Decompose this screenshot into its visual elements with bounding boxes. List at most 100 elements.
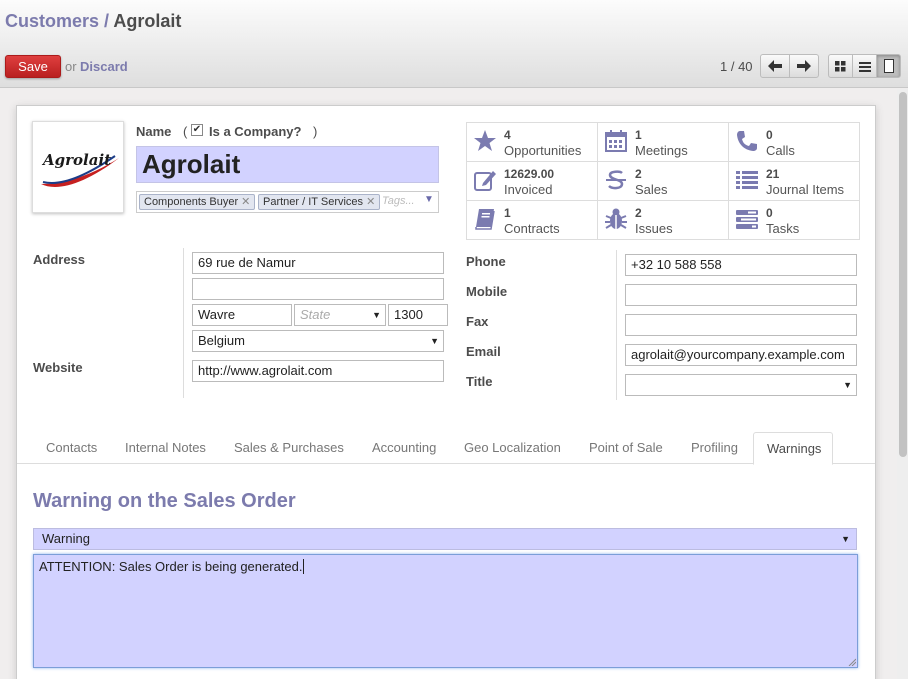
dollar-icon (606, 170, 626, 190)
tab-sales-purchases[interactable]: Sales & Purchases (234, 440, 344, 455)
breadcrumb-current: Agrolait (113, 11, 182, 31)
street-field[interactable]: 69 rue de Namur (192, 252, 444, 274)
city-field[interactable]: Wavre (192, 304, 292, 326)
name-label: Name (136, 124, 172, 139)
chevron-down-icon: ▼ (372, 310, 381, 320)
is-company-label: Is a Company? (209, 124, 302, 139)
discard-button[interactable]: Discard (80, 59, 128, 74)
control-panel: Customers / Agrolait Save or Discard 1 /… (0, 0, 908, 88)
stat-value: 2 (635, 167, 642, 181)
scrollbar-thumb[interactable] (899, 92, 907, 457)
stat-value: 0 (766, 206, 773, 220)
state-placeholder: State (300, 307, 331, 322)
tab-accounting[interactable]: Accounting (372, 440, 436, 455)
contracts-button[interactable]: 1 Contracts (467, 201, 598, 240)
opportunities-button[interactable]: 4 Opportunities (467, 123, 598, 162)
text-cursor (303, 559, 305, 574)
calls-button[interactable]: 0 Calls (729, 123, 860, 162)
pager-next-button[interactable] (789, 54, 819, 78)
pager-previous-button[interactable] (760, 54, 790, 78)
tag-remove-icon[interactable]: ✕ (366, 196, 375, 208)
website-field[interactable]: http://www.agrolait.com (192, 360, 444, 382)
fax-label: Fax (466, 314, 489, 329)
star-icon (474, 130, 496, 151)
chevron-down-icon[interactable]: ▼ (424, 194, 434, 205)
tab-warnings[interactable]: Warnings (753, 432, 833, 465)
meetings-button[interactable]: 1 Meetings (598, 123, 729, 162)
phone-field[interactable]: +32 10 588 558 (625, 254, 857, 276)
chevron-down-icon: ▼ (843, 380, 852, 390)
form-view-button[interactable] (876, 54, 901, 78)
section-title: Warning on the Sales Order (33, 490, 296, 512)
breadcrumb-customers-link[interactable]: Customers (5, 11, 99, 31)
tab-contacts[interactable]: Contacts (46, 440, 97, 455)
country-select[interactable]: Belgium ▼ (192, 330, 444, 352)
tasks-icon (736, 210, 758, 229)
smart-buttons: 4 Opportunities 1 Meetings 0 Calls 12629… (466, 122, 860, 240)
state-select[interactable]: State ▼ (294, 304, 386, 326)
journal-items-button[interactable]: 21 Journal Items (729, 162, 860, 201)
warning-message-textarea[interactable]: ATTENTION: Sales Order is being generate… (33, 554, 858, 668)
field-divider (183, 248, 184, 398)
stat-value: 0 (766, 128, 773, 142)
phone-label: Phone (466, 254, 506, 269)
stat-value: 1 (635, 128, 642, 142)
tag-chip[interactable]: Partner / IT Services ✕ (258, 194, 381, 210)
warning-type-select[interactable]: Warning ▼ (33, 528, 857, 550)
calendar-icon (605, 130, 627, 152)
resize-handle-icon[interactable] (848, 658, 856, 666)
breadcrumb: Customers / Agrolait (5, 11, 181, 32)
field-divider (616, 250, 617, 400)
tag-chip[interactable]: Components Buyer ✕ (139, 194, 256, 210)
or-text: or (65, 59, 77, 74)
sales-button[interactable]: 2 Sales (598, 162, 729, 201)
tag-remove-icon[interactable]: ✕ (241, 196, 250, 208)
tab-point-of-sale[interactable]: Point of Sale (589, 440, 663, 455)
book-icon (475, 209, 495, 230)
country-value: Belgium (198, 333, 245, 348)
street2-field[interactable] (192, 278, 444, 300)
zip-field[interactable]: 1300 (388, 304, 448, 326)
tags-placeholder: Tags... (382, 195, 415, 207)
arrow-left-icon (768, 60, 782, 72)
website-label: Website (33, 360, 83, 375)
mobile-field[interactable] (625, 284, 857, 306)
email-field[interactable]: agrolait@yourcompany.example.com (625, 344, 857, 366)
title-select[interactable]: ▼ (625, 374, 857, 396)
list-icon (736, 171, 758, 189)
breadcrumb-separator: / (104, 11, 110, 31)
tasks-button[interactable]: 0 Tasks (729, 201, 860, 240)
arrow-right-icon (797, 60, 811, 72)
pager-counter[interactable]: 1 / 40 (720, 59, 753, 74)
stat-label: Issues (635, 221, 673, 236)
tab-profiling[interactable]: Profiling (691, 440, 738, 455)
stat-label: Opportunities (504, 143, 582, 158)
phone-icon (737, 131, 757, 151)
tags-field[interactable]: Components Buyer ✕ Partner / IT Services ✕… (136, 191, 439, 213)
is-company-checkbox[interactable]: ✔ (191, 124, 203, 136)
paren-open: ( (183, 124, 188, 139)
company-logo[interactable]: Agrolait (32, 121, 124, 213)
tab-geo-localization[interactable]: Geo Localization (464, 440, 561, 455)
stat-value: 4 (504, 128, 511, 142)
fax-field[interactable] (625, 314, 857, 336)
invoiced-button[interactable]: 12629.00 Invoiced (467, 162, 598, 201)
form-icon (883, 59, 894, 73)
list-view-button[interactable] (852, 54, 877, 78)
tag-label: Components Buyer (144, 196, 239, 208)
stat-value: 2 (635, 206, 642, 220)
stat-label: Meetings (635, 143, 688, 158)
save-button[interactable]: Save (5, 55, 61, 78)
tab-internal-notes[interactable]: Internal Notes (125, 440, 206, 455)
stat-value: 21 (766, 167, 780, 181)
stat-value: 12629.00 (504, 167, 555, 181)
warning-message-text: ATTENTION: Sales Order is being generate… (39, 559, 303, 574)
mobile-label: Mobile (466, 284, 508, 299)
issues-button[interactable]: 2 Issues (598, 201, 729, 240)
address-label: Address (33, 252, 86, 267)
stat-label: Contracts (504, 221, 560, 236)
name-field[interactable]: Agrolait (136, 146, 439, 183)
email-label: Email (466, 344, 501, 359)
edit-icon (474, 171, 496, 191)
kanban-view-button[interactable] (828, 54, 853, 78)
